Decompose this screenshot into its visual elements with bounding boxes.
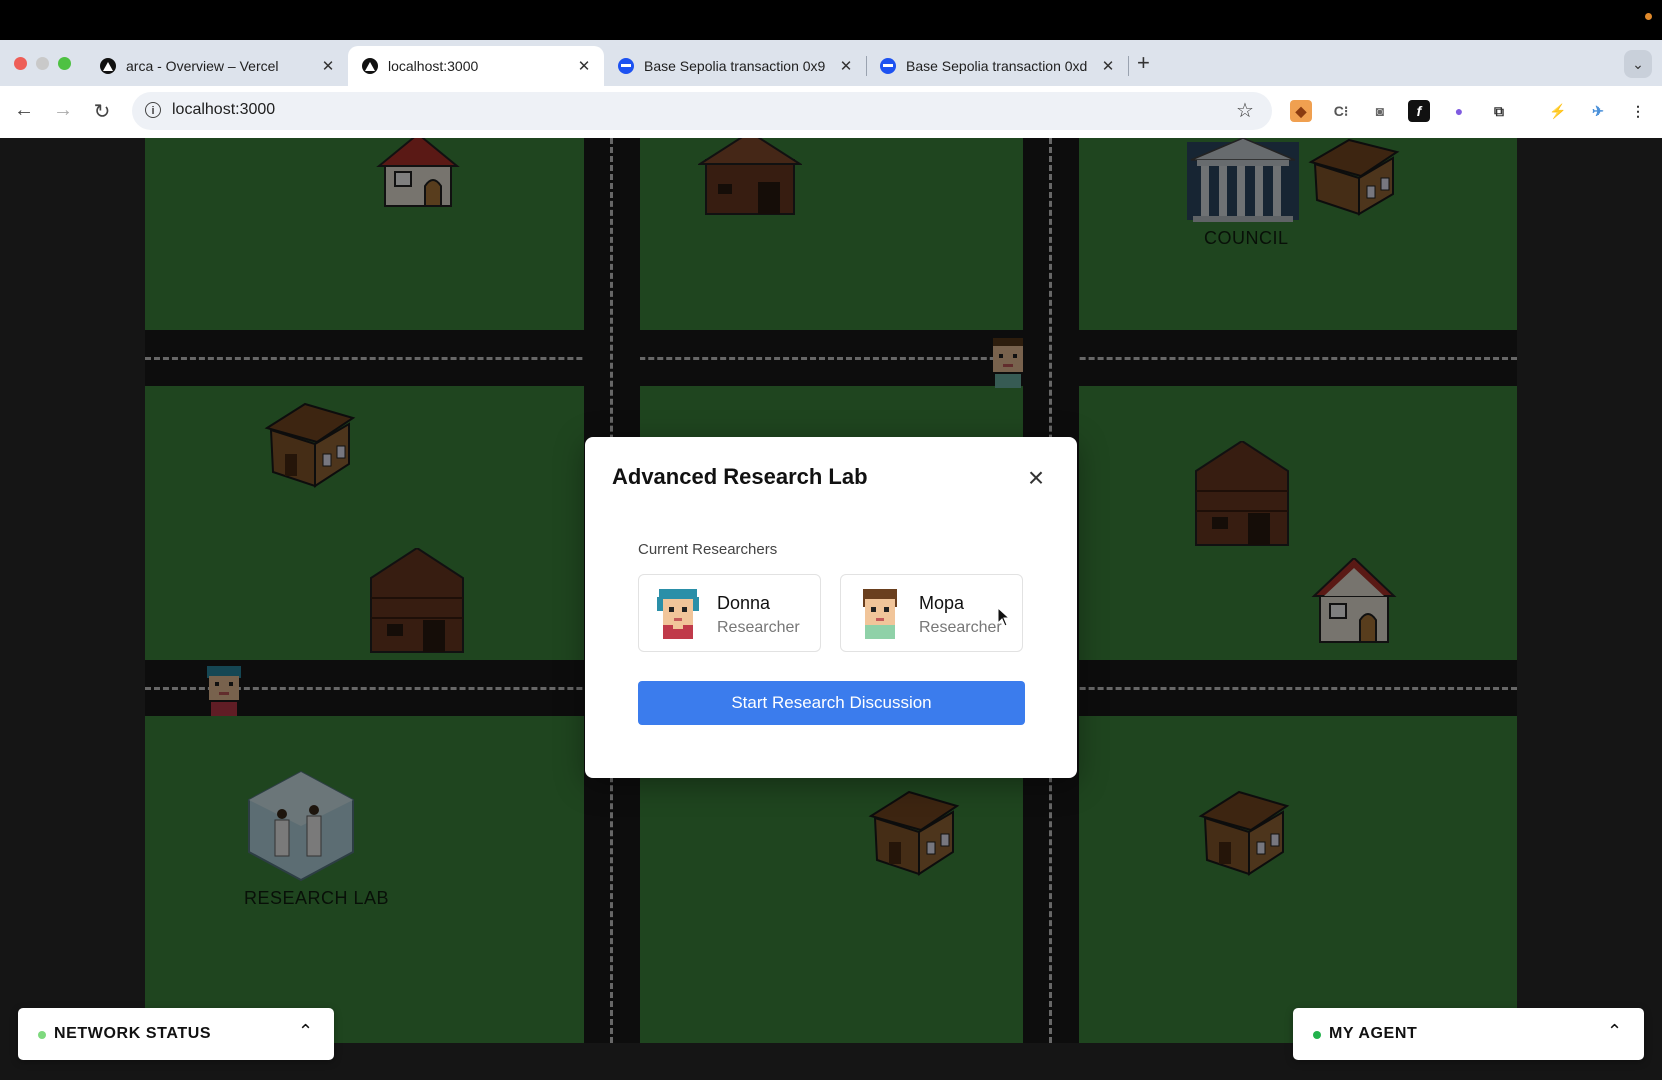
browser-tab[interactable]: Base Sepolia transaction 0xd ✕ (866, 46, 1128, 86)
mouse-cursor-icon (997, 607, 1011, 627)
site-info-icon[interactable]: i (145, 102, 161, 118)
tab-separator (1128, 56, 1129, 76)
my-agent-title: MY AGENT (1329, 1025, 1418, 1042)
vercel-icon (362, 58, 378, 74)
chevron-up-icon[interactable]: ⌃ (1607, 1021, 1622, 1042)
start-research-discussion-button[interactable]: Start Research Discussion (638, 681, 1025, 725)
metamask-extension-icon[interactable]: ◆ (1290, 100, 1312, 122)
researcher-role: Researcher (919, 619, 1002, 636)
window-close-icon[interactable] (14, 57, 27, 70)
tab-title: arca - Overview – Vercel (126, 58, 279, 74)
forward-icon[interactable]: → (51, 99, 75, 122)
bookmark-star-icon[interactable]: ☆ (1236, 98, 1254, 123)
browser-tab-active[interactable]: localhost:3000 ✕ (348, 46, 604, 86)
close-icon[interactable]: × (1024, 464, 1048, 492)
tab-title: localhost:3000 (388, 58, 479, 74)
tab-title: Base Sepolia transaction 0x9 (644, 58, 826, 74)
my-agent-panel[interactable]: MY AGENT ⌃ (1293, 1008, 1644, 1060)
chevron-up-icon[interactable]: ⌃ (298, 1021, 313, 1042)
researcher-card[interactable]: Mopa Researcher (840, 574, 1023, 652)
status-dot-icon (38, 1031, 46, 1039)
current-researchers-label: Current Researchers (638, 541, 778, 558)
tab-close-icon[interactable]: ✕ (318, 57, 338, 75)
tab-search-button[interactable]: ⌄ (1624, 50, 1652, 78)
browser-tab[interactable]: arca - Overview – Vercel ✕ (86, 46, 348, 86)
researcher-role: Researcher (717, 619, 800, 636)
modal-title: Advanced Research Lab (612, 464, 868, 489)
researcher-avatar-icon (863, 589, 897, 639)
recording-indicator-icon (1645, 13, 1652, 20)
researcher-name: Mopa (919, 593, 965, 613)
formula-extension-icon[interactable]: f (1408, 100, 1430, 122)
base-icon (618, 58, 634, 74)
network-status-panel[interactable]: NETWORK STATUS ⌃ (18, 1008, 334, 1060)
extensions-puzzle-icon[interactable]: ⧉ (1488, 100, 1510, 122)
os-top-bar (0, 0, 1662, 40)
back-icon[interactable]: ← (12, 99, 36, 122)
coinbase-extension-icon[interactable]: C⁝ (1330, 100, 1352, 122)
tab-close-icon[interactable]: ✕ (1098, 57, 1118, 75)
window-maximize-icon[interactable] (58, 57, 71, 70)
status-dot-icon (1313, 1031, 1321, 1039)
performance-icon[interactable]: ⚡ (1547, 100, 1569, 122)
profile-extension-icon[interactable]: ✈ (1587, 100, 1609, 122)
url-text[interactable]: localhost:3000 (172, 101, 275, 119)
researcher-name: Donna (717, 593, 771, 613)
reload-icon[interactable]: ↻ (90, 99, 114, 124)
researcher-avatar-icon (657, 589, 699, 639)
new-tab-button[interactable]: + (1137, 50, 1150, 76)
tab-title: Base Sepolia transaction 0xd (906, 58, 1088, 74)
window-minimize-icon[interactable] (36, 57, 49, 70)
address-bar[interactable] (132, 92, 1272, 130)
vercel-icon (100, 58, 116, 74)
tab-close-icon[interactable]: ✕ (574, 57, 594, 75)
browser-menu-icon[interactable]: ⋮ (1627, 100, 1649, 122)
tab-close-icon[interactable]: ✕ (836, 57, 856, 75)
researcher-card[interactable]: Donna Researcher (638, 574, 821, 652)
camera-extension-icon[interactable]: ◙ (1369, 100, 1391, 122)
phantom-extension-icon[interactable]: ● (1448, 100, 1470, 122)
browser-tab[interactable]: Base Sepolia transaction 0x9 ✕ (604, 46, 866, 86)
network-status-title: NETWORK STATUS (54, 1025, 212, 1042)
base-icon (880, 58, 896, 74)
